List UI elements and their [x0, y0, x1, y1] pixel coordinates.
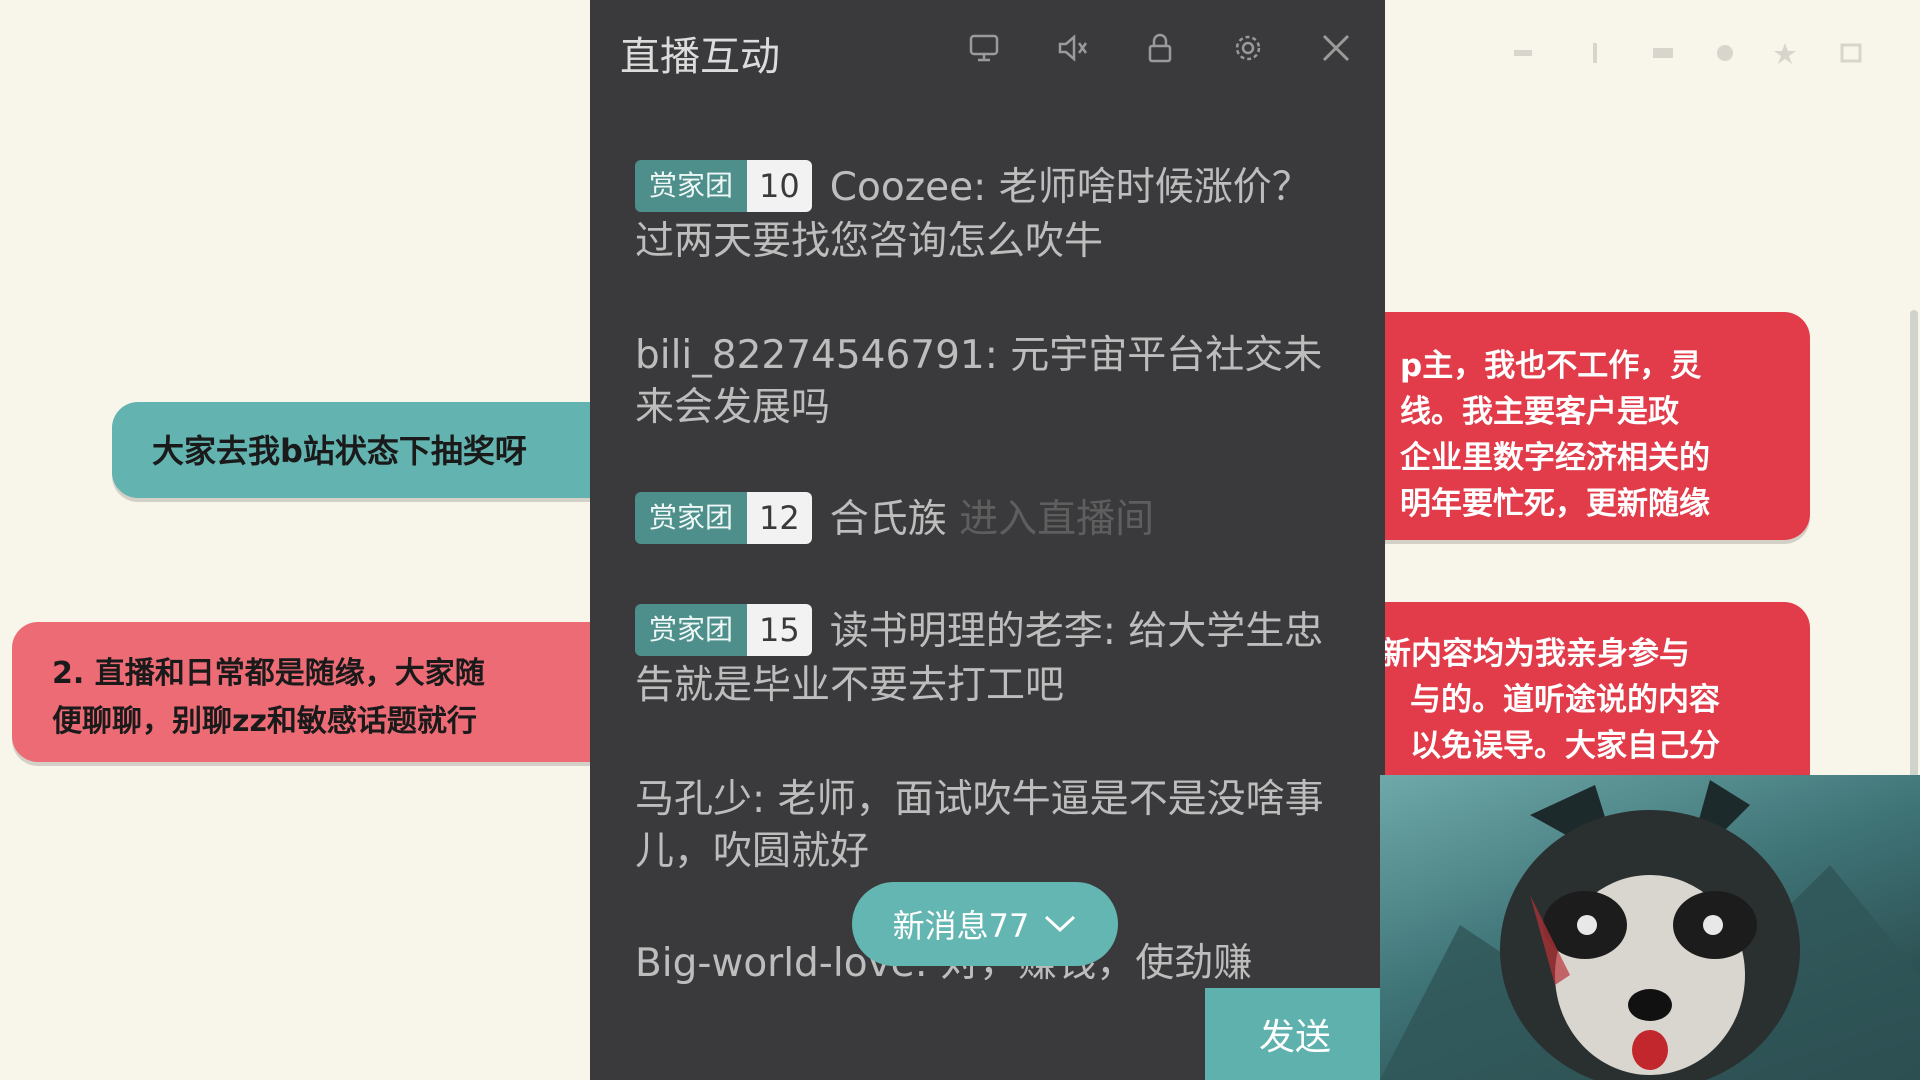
disclaimer-line-1: 新内容均为我亲身参与 [1380, 636, 1690, 672]
disclaimer-line-3: 以免误导。大家自己分 [1410, 728, 1720, 764]
lottery-sticker-text: 大家去我b站状态下抽奖呀 [152, 432, 527, 470]
lock-icon[interactable] [1138, 26, 1182, 70]
message-user: 马孔少 [635, 777, 753, 822]
about-me-line-2: 线。我主要客户是政 [1400, 394, 1679, 430]
settings-gear-icon[interactable] [1226, 26, 1270, 70]
fan-badge: 赏家团 15 [635, 603, 812, 656]
chat-message: bili_82274546791: 元宇宙平台社交未来会发展吗 [635, 333, 1323, 430]
screen-icon[interactable] [962, 26, 1006, 70]
ghost-toolbar-icon-6 [1838, 40, 1864, 66]
chat-message: 赏家团 10 Coozee: 老师啥时候涨价？过两天要找您咨询怎么吹牛 [635, 159, 1335, 268]
disclaimer-line-2: 与的。道听途说的内容 [1410, 682, 1720, 718]
ghost-toolbar-icon-5 [1772, 40, 1798, 66]
close-icon[interactable] [1314, 26, 1358, 70]
new-messages-label: 新消息77 [892, 907, 1030, 945]
ghost-toolbar-icon-4 [1712, 40, 1738, 66]
fan-badge-level: 10 [747, 159, 812, 212]
message-user: bili_82274546791 [635, 333, 985, 378]
message-user: 合氏族 [829, 497, 947, 542]
about-me-sticker: p主，我也不工作，灵 线。我主要客户是政 企业里数字经济相关的 明年要忙死，更新… [1330, 312, 1810, 540]
new-messages-button[interactable]: 新消息77 [852, 882, 1118, 966]
chat-message: 赏家团 12 合氏族 进入直播间 [635, 491, 1335, 548]
ghost-toolbar-icon-1 [1510, 40, 1536, 66]
panel-title: 直播互动 [620, 34, 780, 80]
page-scrollbar[interactable] [1910, 310, 1918, 830]
ghost-toolbar-icon-2 [1582, 40, 1608, 66]
chat-message: 赏家团 15 读书明理的老李: 给大学生忠告就是毕业不要去打工吧 [635, 603, 1335, 712]
webcam-overlay [1380, 775, 1920, 1080]
about-me-line-4: 明年要忙死，更新随缘 [1400, 486, 1710, 522]
fan-badge: 赏家团 12 [635, 491, 812, 544]
chevron-down-icon [1043, 914, 1077, 934]
message-user: Coozee [829, 165, 974, 210]
send-button[interactable]: 发送 [1205, 988, 1385, 1080]
lottery-sticker: 大家去我b站状态下抽奖呀 [112, 402, 632, 498]
live-interaction-panel: 直播互动 赏家团 10 Coozee: 老师啥时候涨价？过两天要找您咨询怎么吹牛… [590, 0, 1385, 1080]
chat-rules-line-1: 2. 直播和日常都是随缘，大家随 [52, 656, 485, 691]
red-panda-avatar-image [1380, 780, 1920, 1080]
disclaimer-sticker: 新内容均为我亲身参与 与的。道听途说的内容 以免误导。大家自己分 [1330, 602, 1810, 802]
about-me-line-1: p主，我也不工作，灵 [1400, 348, 1702, 384]
chat-rules-sticker: 2. 直播和日常都是随缘，大家随 便聊聊，别聊zz和敏感话题就行 [12, 622, 632, 762]
fan-badge-name: 赏家团 [635, 491, 748, 544]
message-text: 进入直播间 [959, 497, 1155, 542]
fan-badge-name: 赏家团 [635, 159, 748, 212]
about-me-line-3: 企业里数字经济相关的 [1400, 440, 1710, 476]
muted-speaker-icon[interactable] [1050, 26, 1094, 70]
fan-badge: 赏家团 10 [635, 159, 812, 212]
fan-badge-level: 15 [747, 603, 812, 656]
ghost-toolbar-icon-3 [1650, 40, 1676, 66]
fan-badge-name: 赏家团 [635, 603, 748, 656]
chat-rules-line-2: 便聊聊，别聊zz和敏感话题就行 [52, 704, 477, 739]
chat-message: 马孔少: 老师，面试吹牛逼是不是没啥事儿，吹圆就好 [635, 777, 1324, 874]
fan-badge-level: 12 [747, 491, 812, 544]
message-user: 读书明理的老李 [829, 609, 1103, 654]
